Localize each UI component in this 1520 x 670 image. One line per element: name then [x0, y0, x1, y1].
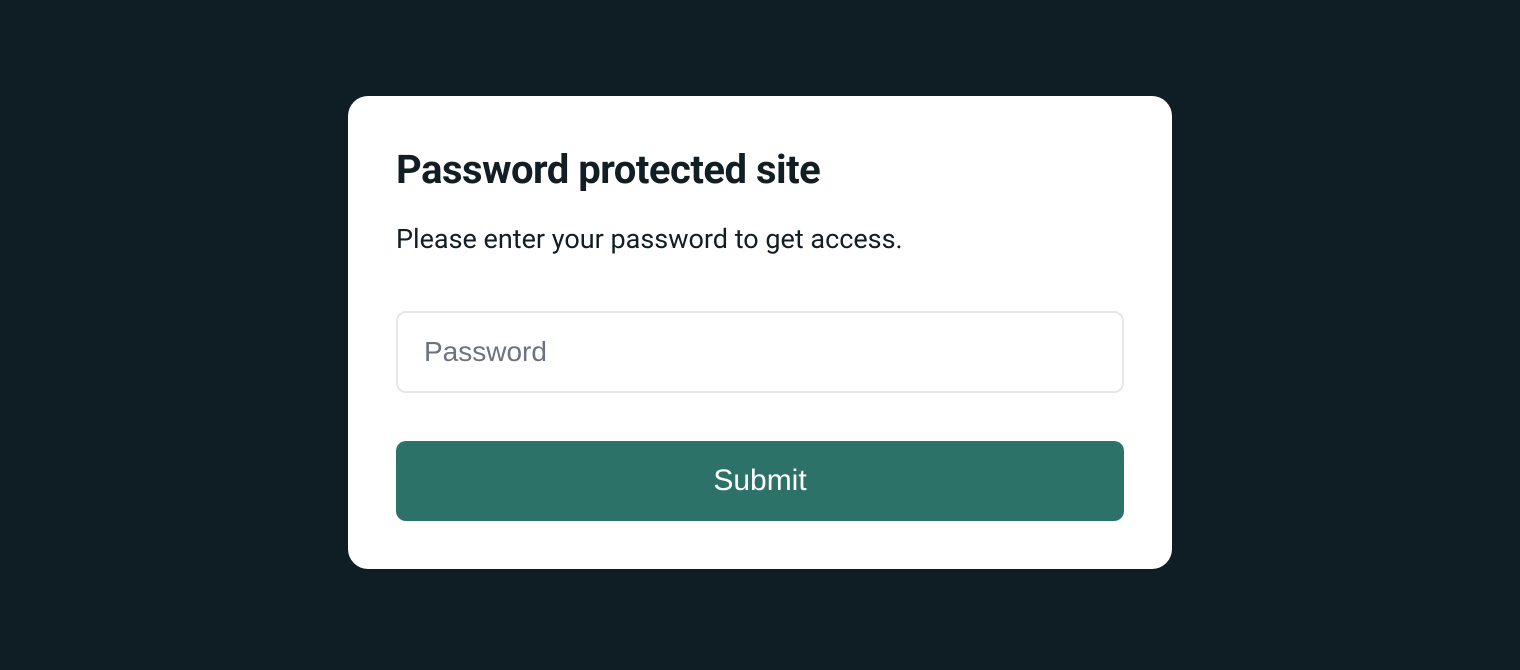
- password-input[interactable]: [396, 311, 1124, 393]
- submit-button[interactable]: Submit: [396, 441, 1124, 521]
- page-title: Password protected site: [396, 146, 1124, 193]
- page-subtitle: Please enter your password to get access…: [396, 223, 1124, 255]
- password-card: Password protected site Please enter you…: [348, 96, 1172, 569]
